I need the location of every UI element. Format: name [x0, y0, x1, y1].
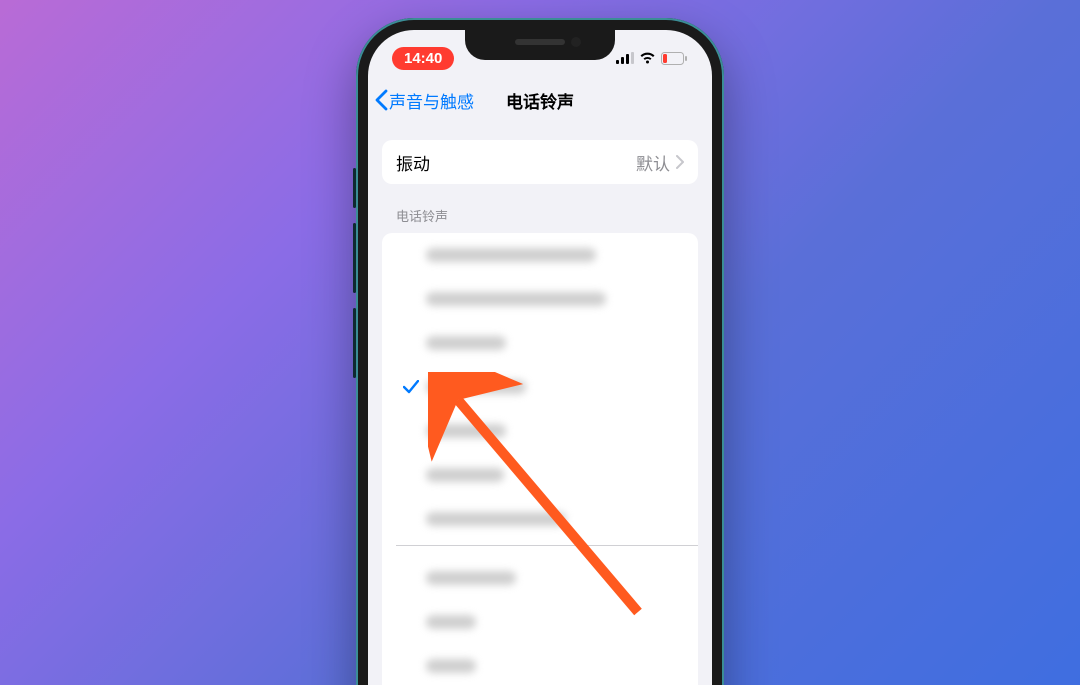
- wifi-icon: [639, 52, 656, 64]
- ringtone-row[interactable]: [382, 497, 698, 541]
- ringtone-row[interactable]: [382, 277, 698, 321]
- phone-screen: 14:40: [368, 30, 712, 685]
- vibration-group: 振动 默认: [382, 140, 698, 184]
- ringtone-row[interactable]: [382, 321, 698, 365]
- ringtone-label-blurred: [426, 248, 596, 262]
- checkmark-icon: [403, 380, 419, 394]
- battery-low-icon: [661, 52, 688, 65]
- check-slot: [396, 380, 426, 394]
- list-separator: [396, 545, 698, 546]
- ringtone-row[interactable]: [382, 409, 698, 453]
- ringtone-row[interactable]: [382, 600, 698, 644]
- ringtone-row[interactable]: [382, 365, 698, 409]
- back-button[interactable]: 声音与触感: [374, 88, 474, 113]
- vibration-label: 振动: [396, 150, 430, 175]
- ringtone-label-blurred: [426, 336, 506, 350]
- vibration-row[interactable]: 振动 默认: [382, 140, 698, 184]
- ringtone-label-blurred: [426, 512, 566, 526]
- phone-frame: 14:40: [356, 18, 724, 685]
- ringtone-row[interactable]: [382, 453, 698, 497]
- page-title: 电话铃声: [506, 88, 574, 113]
- ringtone-label-blurred: [426, 380, 526, 394]
- status-time: 14:40: [392, 47, 454, 70]
- cellular-icon: [616, 52, 634, 64]
- chevron-left-icon: [374, 89, 388, 111]
- ringtone-row[interactable]: [382, 644, 698, 685]
- ringtone-label-blurred: [426, 571, 516, 585]
- ringtone-row[interactable]: [382, 556, 698, 600]
- status-indicators: [616, 52, 688, 65]
- ringtone-label-blurred: [426, 468, 504, 482]
- ringtone-row[interactable]: [382, 233, 698, 277]
- chevron-right-icon: [676, 155, 684, 169]
- ringtone-label-blurred: [426, 292, 606, 306]
- back-label: 声音与触感: [389, 88, 474, 113]
- ringtone-section-header: 电话铃声: [396, 206, 684, 225]
- content-scroll[interactable]: 声音与触感 电话铃声 振动 默认 电话铃声: [368, 78, 712, 685]
- notch: [465, 30, 615, 60]
- ringtone-label-blurred: [426, 615, 476, 629]
- nav-bar: 声音与触感 电话铃声: [368, 78, 712, 122]
- ringtone-label-blurred: [426, 424, 506, 438]
- ringtone-label-blurred: [426, 659, 476, 673]
- vibration-value: 默认: [636, 150, 670, 175]
- ringtone-list: [382, 233, 698, 685]
